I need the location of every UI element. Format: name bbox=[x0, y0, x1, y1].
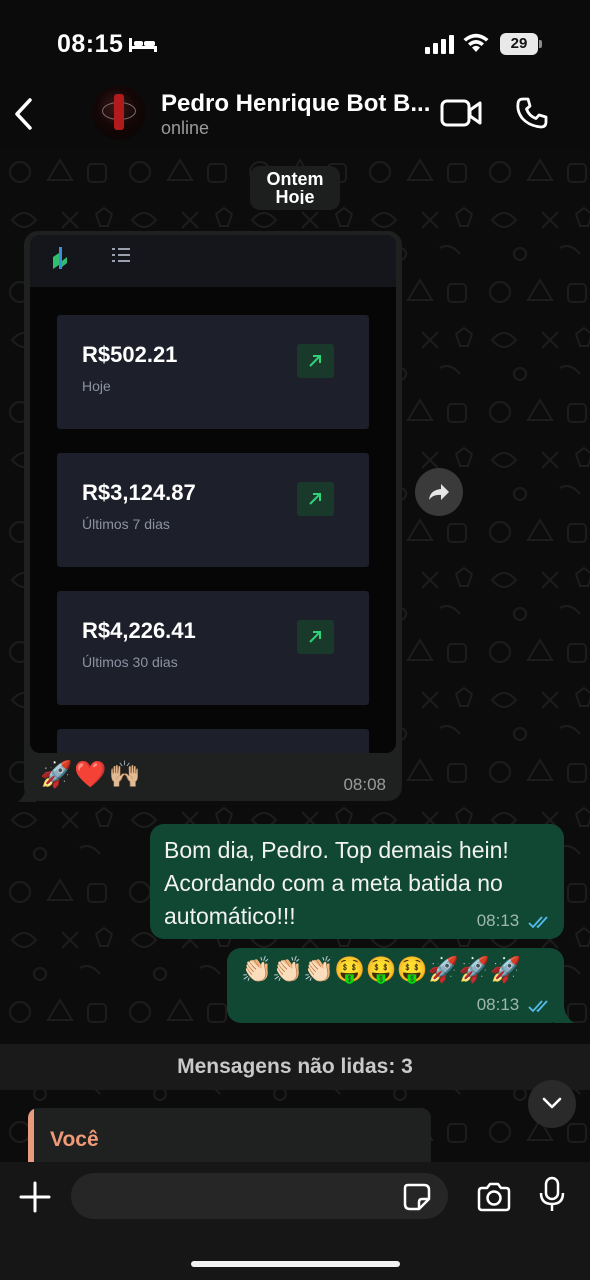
contact-name[interactable]: Pedro Henrique Bot B... bbox=[161, 90, 429, 118]
contact-status: online bbox=[161, 118, 210, 138]
read-receipt-icon bbox=[528, 915, 548, 928]
message-reactions[interactable]: 🚀❤️🙌🏼 bbox=[40, 759, 143, 790]
screenshot-topbar bbox=[30, 235, 396, 287]
chevron-down-icon bbox=[542, 1097, 562, 1109]
trending-up-arrow-icon bbox=[297, 620, 334, 654]
reply-accent-bar bbox=[28, 1108, 34, 1162]
incoming-image-message[interactable]: R$502.21 Hoje R$3,124.87 Últimos 7 dias … bbox=[24, 231, 402, 801]
list-menu-icon bbox=[112, 248, 130, 262]
message-time: 08:13 bbox=[476, 911, 520, 930]
battery-level: 29 bbox=[500, 33, 538, 55]
reply-preview[interactable]: Você bbox=[28, 1108, 431, 1162]
date-label-hoje: Hoje bbox=[275, 190, 315, 204]
stat-label: Últimos 7 dias bbox=[82, 516, 170, 532]
battery-indicator: 29 bbox=[500, 33, 542, 55]
forward-arrow-icon bbox=[429, 484, 449, 500]
message-text: Bom dia, Pedro. Top demais hein! Acordan… bbox=[164, 837, 509, 929]
unread-messages-divider: Mensagens não lidas: 3 bbox=[0, 1044, 590, 1090]
outgoing-message[interactable]: 👏🏻👏🏻👏🏻🤑🤑🤑🚀🚀🚀 08:13 bbox=[227, 948, 564, 1023]
stat-card-partial bbox=[57, 729, 369, 753]
message-meta: 08:13 bbox=[477, 911, 552, 931]
forward-button[interactable] bbox=[415, 468, 463, 516]
message-text: 👏🏻👏🏻👏🏻🤑🤑🤑🚀🚀🚀 bbox=[241, 956, 522, 984]
message-time: 08:13 bbox=[476, 995, 520, 1014]
message-input[interactable] bbox=[71, 1173, 448, 1219]
date-label-ontem: Ontem bbox=[266, 169, 324, 189]
stat-card-7-days: R$3,124.87 Últimos 7 dias bbox=[57, 453, 369, 567]
stat-value: R$3,124.87 bbox=[82, 480, 196, 505]
status-time: 08:15 bbox=[57, 30, 124, 58]
bed-icon bbox=[129, 38, 157, 52]
reply-sender-name: Você bbox=[50, 1128, 99, 1151]
status-bar: 08:15 29 bbox=[0, 0, 590, 88]
chat-area[interactable]: Ontem Hoje R$502.21 Hoje R$3,124.87 Últi… bbox=[0, 150, 590, 1162]
shared-screenshot-image[interactable]: R$502.21 Hoje R$3,124.87 Últimos 7 dias … bbox=[30, 235, 396, 753]
outgoing-message[interactable]: Bom dia, Pedro. Top demais hein! Acordan… bbox=[150, 824, 564, 939]
plus-icon[interactable] bbox=[18, 1180, 52, 1214]
stat-label: Hoje bbox=[82, 378, 111, 394]
battery-cap bbox=[539, 40, 542, 48]
stat-value: R$502.21 bbox=[82, 342, 178, 367]
stat-value: R$4,226.41 bbox=[82, 618, 196, 643]
app-logo-icon bbox=[53, 247, 67, 269]
scroll-to-bottom-button[interactable] bbox=[528, 1080, 576, 1128]
stat-label: Últimos 30 dias bbox=[82, 654, 178, 670]
read-receipt-icon bbox=[528, 999, 548, 1012]
stat-card-today: R$502.21 Hoje bbox=[57, 315, 369, 429]
camera-icon[interactable] bbox=[476, 1182, 512, 1212]
avatar-mark bbox=[114, 94, 124, 130]
trending-up-arrow-icon bbox=[297, 344, 334, 378]
message-composer bbox=[0, 1162, 590, 1280]
message-time: 08:08 bbox=[343, 775, 386, 794]
date-separator: Ontem Hoje bbox=[250, 166, 340, 210]
home-indicator bbox=[191, 1261, 400, 1267]
phone-icon[interactable] bbox=[515, 96, 549, 130]
cellular-signal-icon bbox=[425, 35, 454, 54]
wifi-icon bbox=[463, 33, 489, 52]
microphone-icon[interactable] bbox=[539, 1176, 565, 1214]
sticker-icon[interactable] bbox=[402, 1182, 432, 1212]
trending-up-arrow-icon bbox=[297, 482, 334, 516]
avatar[interactable] bbox=[92, 86, 146, 140]
stat-card-30-days: R$4,226.41 Últimos 30 dias bbox=[57, 591, 369, 705]
chat-header: Pedro Henrique Bot B... online bbox=[0, 86, 590, 150]
chevron-left-icon[interactable] bbox=[8, 94, 42, 134]
outgoing-bubble-tail bbox=[554, 997, 574, 1023]
video-camera-icon[interactable] bbox=[440, 98, 482, 128]
message-meta: 08:13 bbox=[477, 995, 552, 1015]
